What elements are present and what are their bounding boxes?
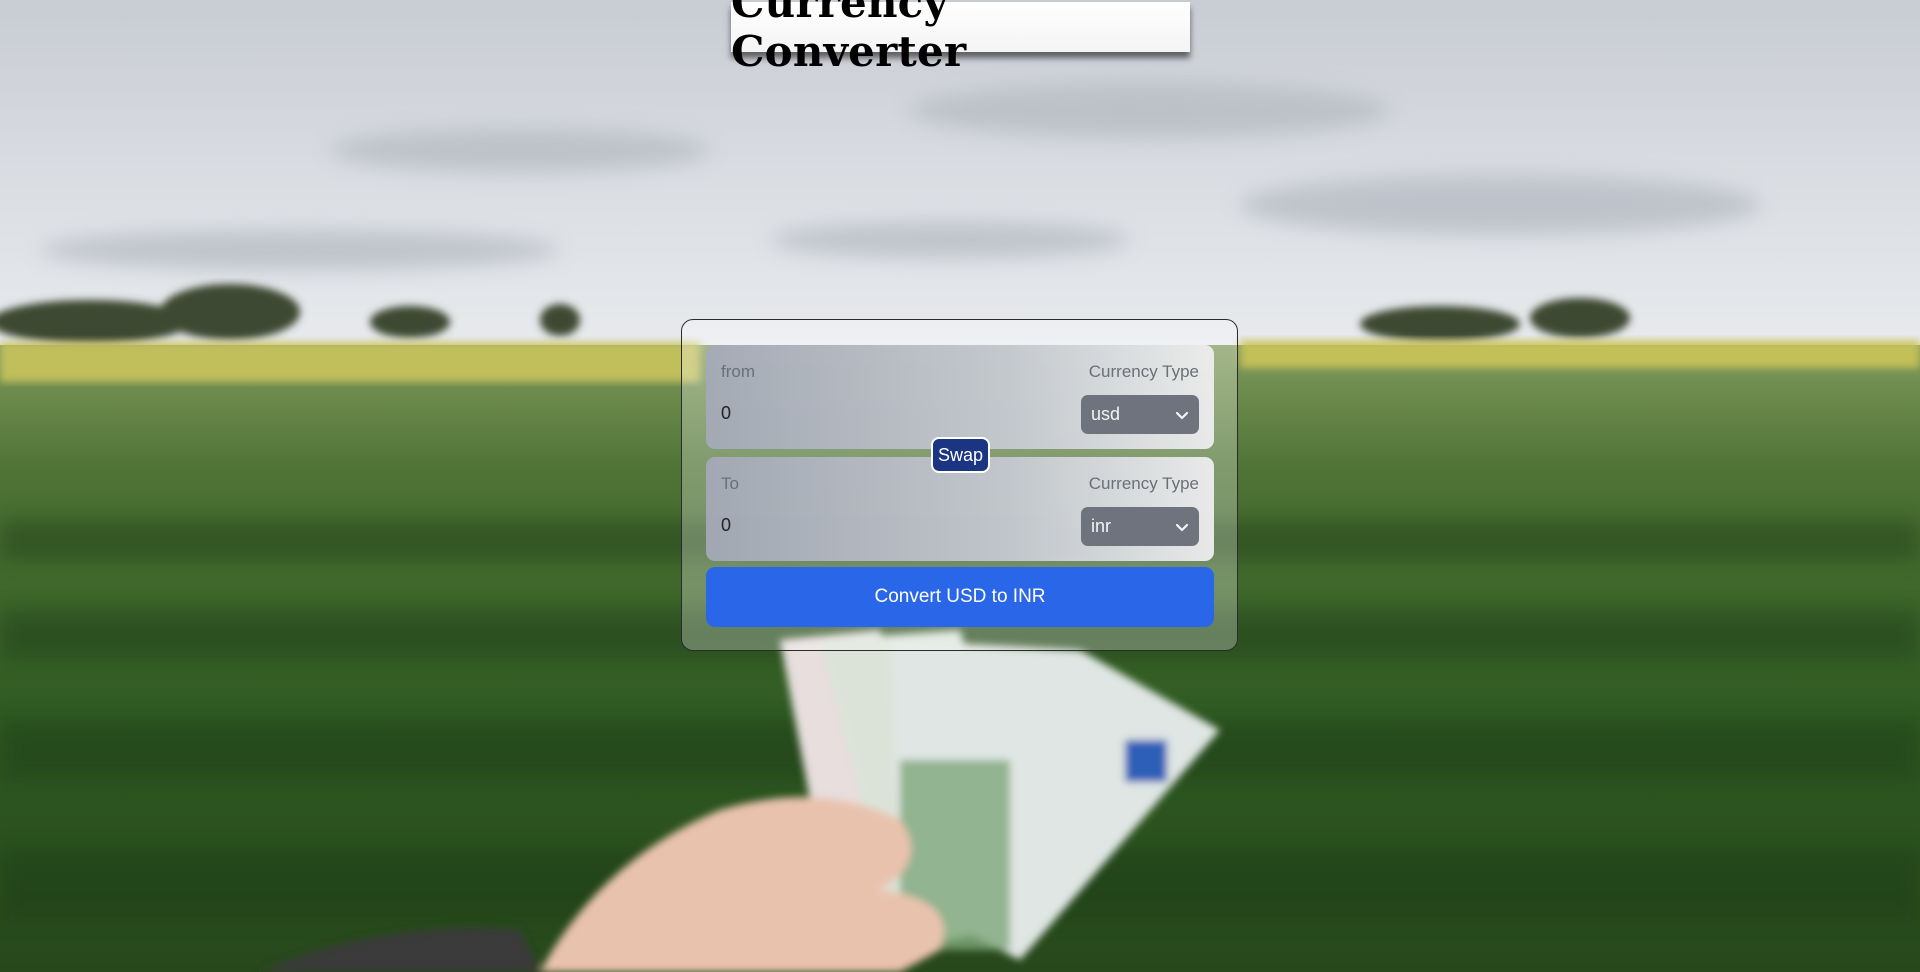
to-amount-input[interactable]: 0: [721, 515, 921, 536]
chevron-down-icon: [1175, 523, 1189, 531]
from-currency-value: usd: [1091, 404, 1121, 424]
from-amount-input[interactable]: 0: [721, 403, 921, 424]
to-currency-select[interactable]: inr: [1081, 507, 1199, 546]
page-title: Currency Converter: [731, 0, 1190, 76]
chevron-down-icon: [1175, 411, 1189, 419]
from-label: from: [721, 362, 755, 381]
swap-button[interactable]: Swap: [931, 437, 990, 473]
convert-button[interactable]: Convert USD to INR: [706, 567, 1214, 627]
from-currency-box: from Currency Type 0 usd: [706, 345, 1214, 449]
to-currency-value: inr: [1091, 516, 1112, 536]
converter-panel: from Currency Type 0 usd To Currency Typ…: [681, 319, 1238, 651]
to-label: To: [721, 474, 739, 493]
to-currency-type-label: Currency Type: [1088, 474, 1199, 493]
from-currency-select[interactable]: usd: [1081, 395, 1199, 434]
from-currency-type-label: Currency Type: [1088, 362, 1199, 381]
